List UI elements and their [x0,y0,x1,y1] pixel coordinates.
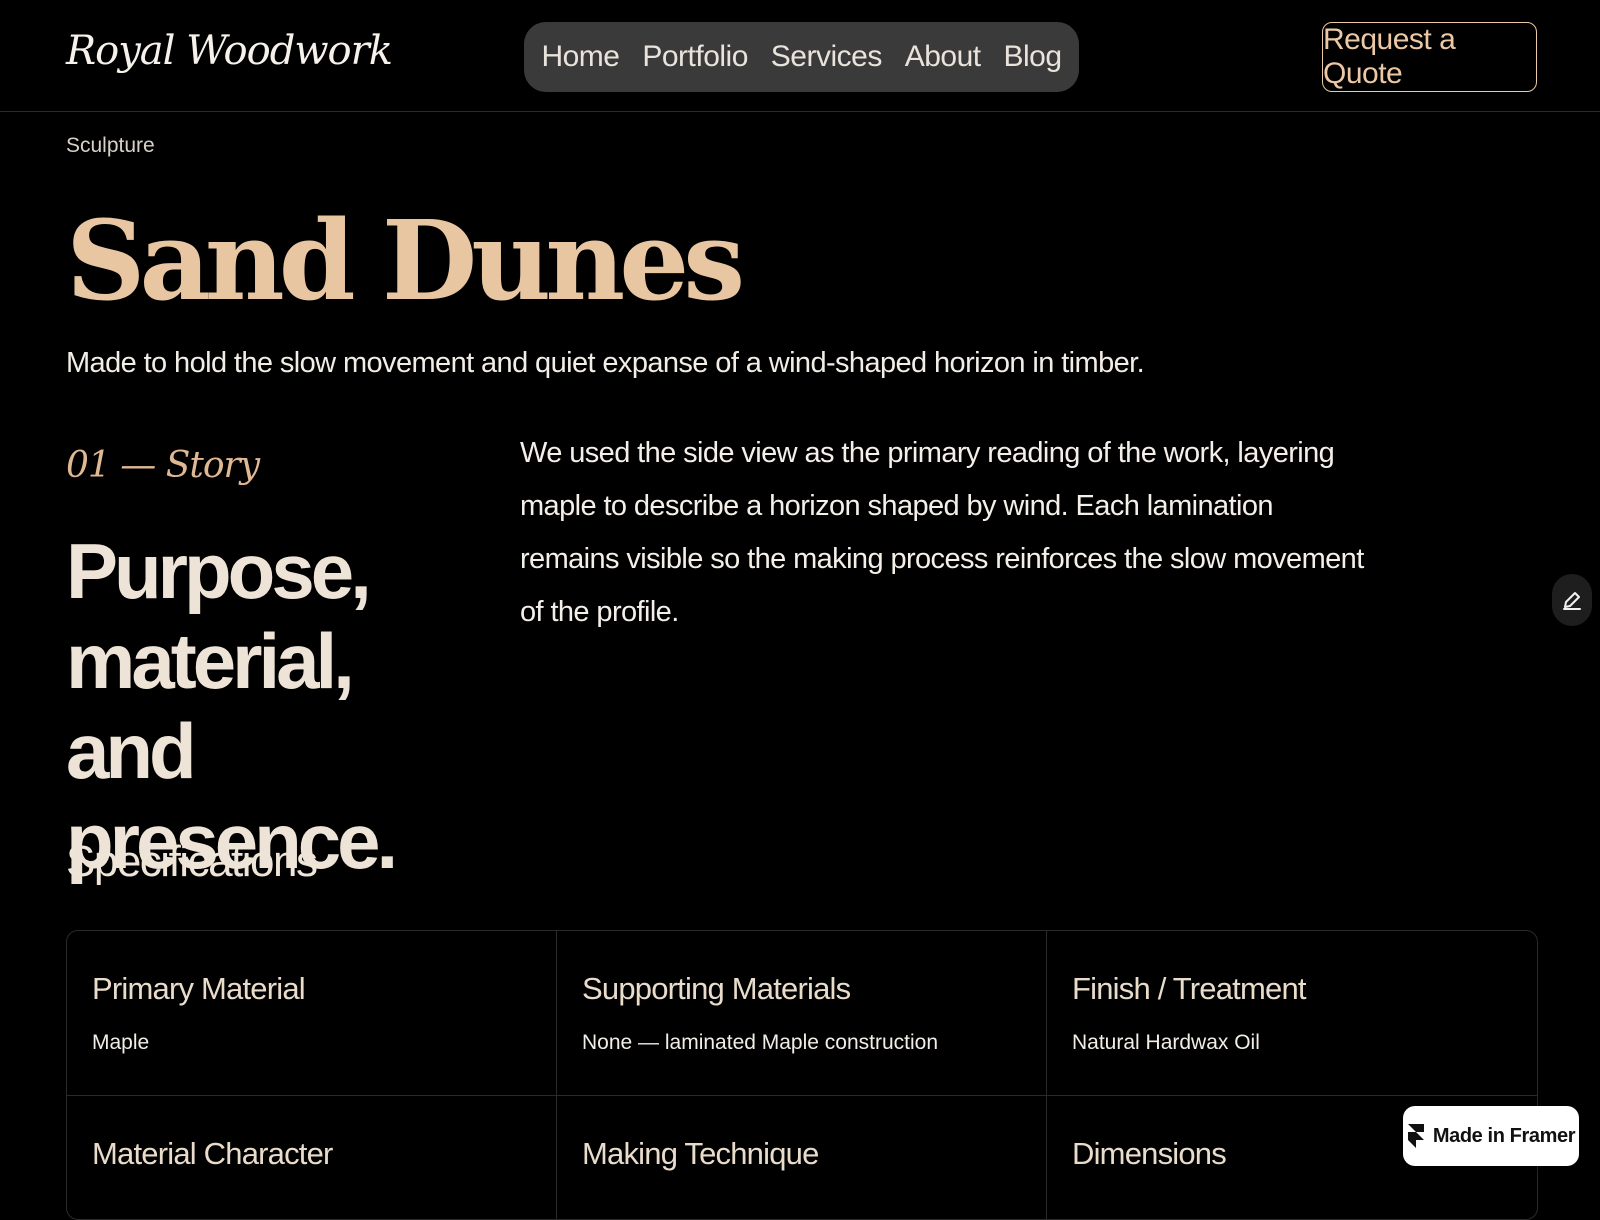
specifications-grid: Primary Material Maple Supporting Materi… [66,930,1538,1220]
story-section-label: 01 — Story [66,445,260,486]
spec-supporting-materials: Supporting Materials None — laminated Ma… [557,931,1047,1096]
nav-blog-link[interactable]: Blog [1003,40,1062,74]
story-body-text: We used the side view as the primary rea… [520,437,1364,628]
edit-button[interactable] [1552,574,1592,626]
site-logo[interactable]: Royal Woodwork [66,28,393,74]
nav-services-link[interactable]: Services [771,40,883,74]
spec-label: Material Character [92,1136,333,1171]
project-category: Sculpture [66,134,155,157]
top-navigation-bar: Royal Woodwork Home Portfolio Services A… [0,0,1600,112]
spec-value: None — laminated Maple construction [582,1031,939,1054]
pencil-icon [1563,592,1581,610]
spec-making-technique: Making Technique [557,1096,1047,1219]
nav-portfolio-link[interactable]: Portfolio [642,40,748,74]
spec-label: Finish / Treatment [1072,971,1307,1006]
spec-finish-treatment: Finish / Treatment Natural Hardwax Oil [1047,931,1537,1096]
spec-label: Supporting Materials [582,971,851,1006]
nav-home-link[interactable]: Home [541,40,620,74]
request-quote-button[interactable]: Request a Quote [1322,22,1537,92]
specifications-heading: Specifications [66,837,318,886]
project-tagline: Made to hold the slow movement and quiet… [66,347,1145,379]
story-section-heading: Purpose, material, and presence. [66,527,398,885]
spec-primary-material: Primary Material Maple [67,931,557,1096]
framer-badge-label: Made in Framer [1432,1124,1576,1147]
spec-value: Maple [92,1031,150,1054]
spec-label: Making Technique [582,1136,819,1171]
made-in-framer-badge[interactable]: Made in Framer [1403,1106,1579,1166]
spec-value: Natural Hardwax Oil [1072,1031,1260,1054]
spec-label: Primary Material [92,971,306,1006]
nav-about-link[interactable]: About [905,40,981,74]
spec-material-character: Material Character [67,1096,557,1219]
main-nav: Home Portfolio Services About Blog [524,22,1079,92]
project-title: Sand Dunes [66,196,745,325]
framer-logo-icon [1407,1124,1424,1148]
